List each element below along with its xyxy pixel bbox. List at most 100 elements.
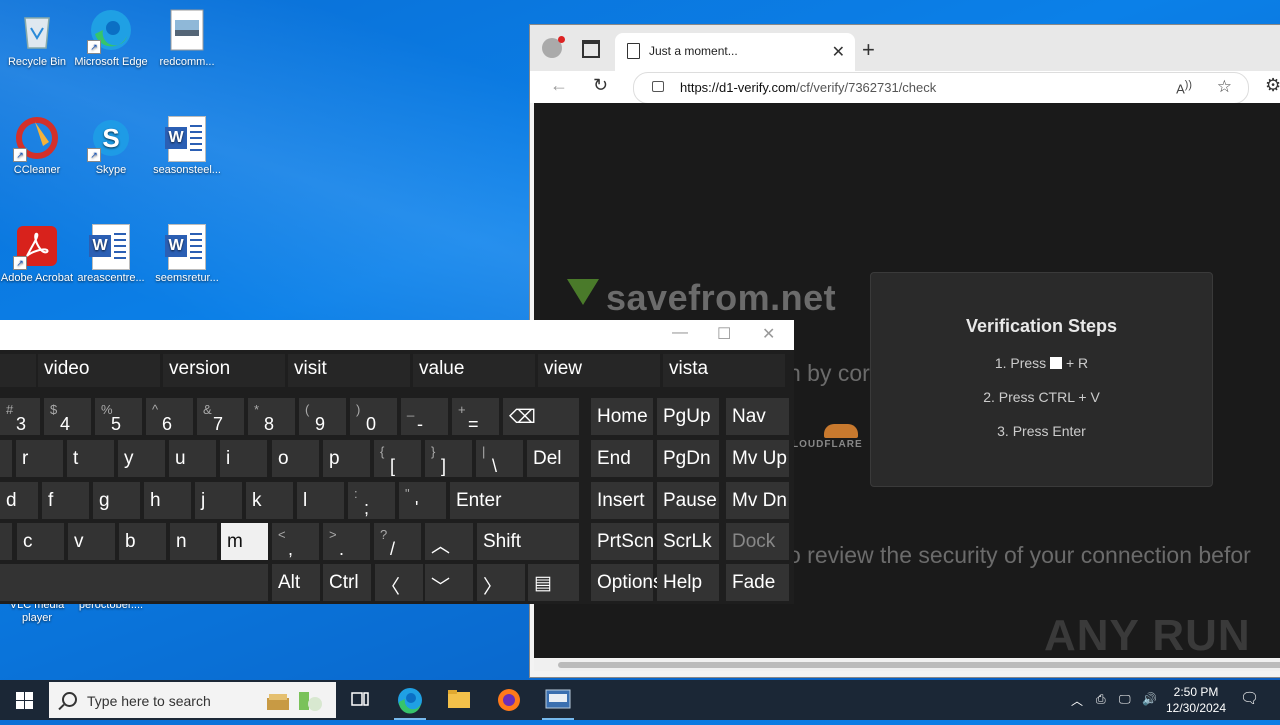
alt-key[interactable]: Alt [272,564,320,601]
key-f[interactable]: f [42,482,89,519]
key-t[interactable]: t [67,440,114,477]
key-u[interactable]: u [169,440,216,477]
key-4[interactable]: $4 [44,398,91,435]
start-windows-icon[interactable] [0,680,48,720]
task-view-icon[interactable] [336,680,384,720]
file-explorer-icon[interactable] [435,680,483,720]
key-8[interactable]: * 8 [248,398,295,435]
scrlk-key[interactable]: ScrLk [657,523,719,560]
fade-key[interactable]: Fade [726,564,789,601]
key--[interactable]: _ - [401,398,448,435]
del-key[interactable]: Del [527,440,579,477]
key-e[interactable] [0,440,12,477]
tab-just-a-moment[interactable]: Just a moment... ✕ [615,33,855,71]
suggestion-video[interactable]: video [38,354,160,387]
taskbar-edge-icon[interactable] [386,680,434,720]
key-sym2-1[interactable]: " ' [399,482,446,519]
home-key[interactable]: Home [591,398,653,435]
key-h[interactable]: h [144,482,191,519]
favorite-star-icon[interactable]: ☆ [1217,77,1232,97]
enter-key[interactable]: Enter [450,482,579,519]
suggestion-visit[interactable]: visit [288,354,410,387]
mvdn-key[interactable]: Mv Dn [726,482,789,519]
ctrl-key[interactable]: Ctrl [323,564,371,601]
desktop-icon-skype[interactable]: S ↗ Skype [74,116,148,177]
minimize-icon[interactable]: — [672,324,688,342]
right-arrow-key[interactable]: 〉 [477,564,525,601]
firefox-icon[interactable] [485,680,533,720]
tray-usb-icon[interactable]: ⎙ [1096,692,1106,707]
tray-chevron-up-icon[interactable]: ︿ [1071,692,1083,709]
desktop-icon-redcomm[interactable]: redcomm... [150,8,224,69]
left-arrow-key[interactable]: 〈 [375,564,423,601]
pgup-key[interactable]: PgUp [657,398,719,435]
desktop-icon-ccleaner[interactable]: ↗ CCleaner [0,116,74,177]
close-icon[interactable]: ✕ [762,324,775,344]
close-tab-icon[interactable]: ✕ [832,42,845,62]
key-x[interactable] [0,523,12,560]
network-icon[interactable]: 🖵 [1119,692,1131,707]
key-sym-2[interactable]: | \ [476,440,523,477]
desktop-icon-acrobat[interactable]: ↗ Adobe Acrobat [0,224,74,285]
prtscn-key[interactable]: PrtScn [591,523,654,560]
shift-key[interactable]: Shift [477,523,579,560]
profile-avatar-icon[interactable] [542,36,565,58]
options-key[interactable]: Options [591,564,662,601]
nav-key[interactable]: Nav [726,398,789,435]
key-d[interactable]: d [0,482,38,519]
key-sym3-0[interactable]: <, [272,523,319,560]
pause-key[interactable]: Pause [657,482,719,519]
mvup-key[interactable]: Mv Up [726,440,789,477]
extensions-gear-icon[interactable]: ⚙ [1265,75,1280,96]
maximize-icon[interactable]: ☐ [717,324,731,344]
key-i[interactable]: i [220,440,267,477]
key-sym3-2[interactable]: ? / [374,523,421,560]
key-=[interactable]: + = [452,398,499,435]
help-key[interactable]: Help [657,564,719,601]
desktop-icon-seemsretur[interactable]: W seemsretur... [150,224,224,285]
horizontal-scrollbar[interactable] [534,659,1280,671]
key-g[interactable]: g [93,482,140,519]
space-key[interactable] [0,564,268,601]
suggestion-version[interactable]: version [163,354,285,387]
clock[interactable]: 2:50 PM 12/30/2024 [1162,684,1230,716]
desktop-icon-seasonsteel[interactable]: W seasonsteel... [150,116,224,177]
key-sym-0[interactable]: {[ [374,440,421,477]
key-9[interactable]: (9 [299,398,346,435]
back-icon[interactable]: ← [550,75,568,96]
address-bar[interactable]: https://d1-verify.com/cf/verify/7362731/… [633,72,1249,104]
key-j[interactable]: j [195,482,242,519]
on-screen-keyboard-taskbar-icon[interactable] [534,680,582,720]
key-p[interactable]: p [323,440,370,477]
suggestion-value[interactable]: value [413,354,535,387]
desktop-icon-edge[interactable]: ↗ Microsoft Edge [74,8,148,69]
end-key[interactable]: End [591,440,653,477]
key-n[interactable]: n [170,523,217,560]
insert-key[interactable]: Insert [591,482,653,519]
taskbar-search-box[interactable]: Type here to search [49,682,336,718]
volume-icon[interactable]: 🔊 [1142,692,1157,706]
key-o[interactable]: o [272,440,319,477]
key-r[interactable]: r [16,440,63,477]
key-3[interactable]: #3 [0,398,40,435]
key-v[interactable]: v [68,523,115,560]
key-0[interactable]: ) 0 [350,398,397,435]
suggestion-vista[interactable]: vista [663,354,785,387]
key-b[interactable]: b [119,523,166,560]
desktop-icon-recycle-bin[interactable]: Recycle Bin [0,8,74,69]
notifications-icon[interactable]: 🗨 [1240,689,1259,707]
key-sym-1[interactable]: }] [425,440,472,477]
key-7[interactable]: & 7 [197,398,244,435]
menu-key[interactable]: ▤ [528,564,579,601]
key-5[interactable]: % 5 [95,398,142,435]
osk-blank-key[interactable] [0,354,36,387]
down-arrow-key[interactable]: ﹀ [425,564,473,601]
key-k[interactable]: k [246,482,293,519]
up-arrow-key[interactable]: ︿ [425,523,473,560]
new-tab-icon[interactable]: + [862,37,875,63]
desktop-icon-areascentre[interactable]: W areascentre... [74,224,148,285]
key-c[interactable]: c [17,523,64,560]
backspace-key[interactable]: ⌫ [503,398,579,435]
suggestion-view[interactable]: view [538,354,660,387]
key-l[interactable]: l [297,482,344,519]
